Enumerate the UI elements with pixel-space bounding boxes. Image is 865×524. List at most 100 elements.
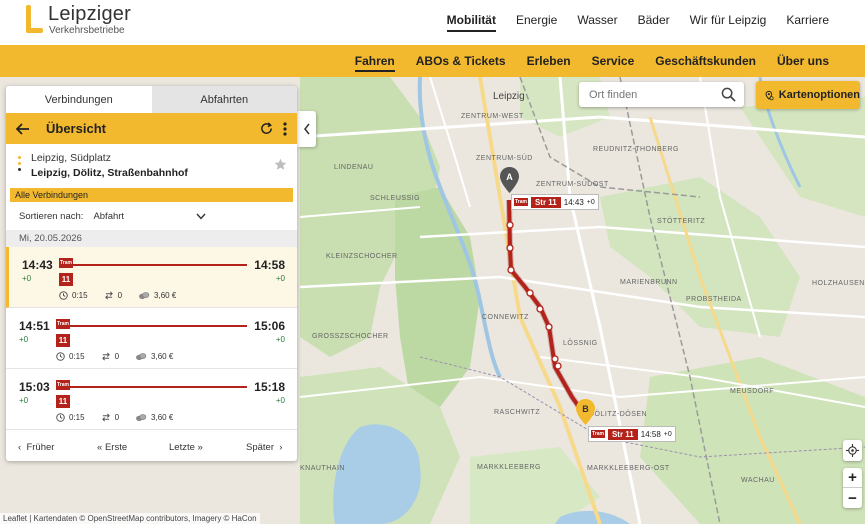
- chevron-down-icon[interactable]: [196, 213, 206, 220]
- date-header: Mi, 20.05.2026: [6, 230, 297, 247]
- map-search-box: [579, 82, 744, 107]
- departure-time: 15:03: [19, 380, 50, 394]
- sub-header: Fahren ABOs & Tickets Erleben Service Ge…: [0, 45, 865, 77]
- tab-abfahrten[interactable]: Abfahrten: [151, 86, 297, 113]
- clock-icon: [59, 291, 68, 300]
- later-link[interactable]: Später ›: [246, 442, 282, 453]
- sub-nav-erleben[interactable]: Erleben: [527, 54, 571, 72]
- price: 3,60 €: [154, 291, 177, 300]
- sort-label: Sortieren nach:: [19, 210, 84, 222]
- sort-value[interactable]: Abfahrt: [93, 211, 124, 222]
- last-link[interactable]: Letzte »: [169, 442, 203, 453]
- back-arrow-icon[interactable]: [16, 122, 30, 135]
- map-district-label: DÖLITZ-DÖSEN: [589, 411, 648, 418]
- main-nav-energie[interactable]: Energie: [516, 13, 557, 32]
- sub-nav-geschaeftskunden[interactable]: Geschäftskunden: [655, 54, 756, 72]
- map-district-label: MARKKLEEBERG-OST: [587, 465, 670, 472]
- more-options-icon[interactable]: [283, 121, 287, 136]
- logo-mark-icon: [26, 5, 43, 33]
- route-to: Leipzig, Dölitz, Straßenbahnhof: [31, 167, 188, 179]
- map-city-label: Leipzig: [493, 91, 525, 102]
- overview-title: Übersicht: [46, 121, 106, 136]
- tram-icon: Tram: [591, 430, 605, 438]
- map-district-label: LÖSSNIG: [563, 340, 598, 347]
- arrival-time: 15:06: [254, 319, 285, 333]
- connection-row[interactable]: 15:03 +0 Tram 11 15:18 +0 0:15 0 3,60 €: [6, 369, 297, 430]
- map-district-label: ZENTRUM-SÜD: [476, 155, 533, 162]
- line-badge: Str 11: [530, 196, 561, 208]
- main-nav-karriere[interactable]: Karriere: [786, 13, 829, 32]
- duration: 0:15: [69, 352, 85, 361]
- sub-nav: Fahren ABOs & Tickets Erleben Service Ge…: [354, 54, 829, 72]
- sub-nav-abos-tickets[interactable]: ABOs & Tickets: [416, 54, 506, 72]
- map-district-label: SCHLEUSSIG: [370, 195, 421, 202]
- sub-nav-fahren[interactable]: Fahren: [354, 54, 395, 72]
- transfer-icon: [101, 413, 110, 422]
- main-nav-mobilitaet[interactable]: Mobilität: [446, 13, 496, 32]
- tag-time: 14:43: [563, 197, 584, 207]
- map-options-icon: [765, 90, 774, 100]
- crosshair-icon: [846, 444, 859, 457]
- favorite-star-icon[interactable]: [274, 158, 287, 171]
- connection-meta: 0:15 0 3,60 €: [56, 352, 173, 361]
- svg-text:B: B: [582, 404, 589, 414]
- first-link[interactable]: « Erste: [97, 442, 127, 453]
- locate-me-button[interactable]: [843, 440, 862, 461]
- search-icon[interactable]: [721, 87, 736, 102]
- changes-count: 0: [114, 413, 120, 422]
- departure-delay: +0: [19, 335, 29, 344]
- map-district-label: KNAUTHAIN: [300, 465, 345, 472]
- tag-delay: +0: [663, 430, 672, 438]
- refresh-icon[interactable]: [260, 122, 273, 135]
- main-nav-wir-fuer-leipzig[interactable]: Wir für Leipzig: [690, 13, 767, 32]
- tram-icon: Tram: [59, 258, 73, 268]
- map-district-label: WACHAU: [741, 477, 775, 484]
- changes-count: 0: [114, 352, 120, 361]
- map-district-label: CONNEWITZ: [482, 314, 529, 321]
- connection-row[interactable]: 14:43 +0 Tram 11 14:58 +0 0:15 0 3,60 €: [6, 247, 297, 308]
- transfer-icon: [104, 291, 113, 300]
- map-district-label: MEUSDORF: [730, 388, 775, 395]
- svg-text:A: A: [506, 172, 513, 182]
- main-nav-baeder[interactable]: Bäder: [638, 13, 670, 32]
- clock-icon: [56, 352, 65, 361]
- zoom-out-button[interactable]: −: [843, 488, 862, 508]
- collapse-panel-button[interactable]: [297, 111, 316, 147]
- coins-icon: [136, 414, 147, 422]
- arrival-time: 14:58: [254, 258, 285, 272]
- map-options-button[interactable]: Kartenoptionen: [756, 81, 860, 109]
- end-marker-b-icon[interactable]: B: [576, 399, 595, 425]
- map-district-label: STÖTTERITZ: [657, 218, 706, 225]
- transfer-icon: [101, 352, 110, 361]
- map-search-input[interactable]: [579, 82, 704, 107]
- arrival-delay: +0: [275, 274, 285, 283]
- line-badge: 11: [56, 334, 70, 347]
- arrival-time: 15:18: [254, 380, 285, 394]
- map-district-label: ZENTRUM-SÜDOST: [536, 181, 609, 188]
- map-district-label: LINDENAU: [334, 164, 374, 171]
- connection-meta: 0:15 0 3,60 €: [56, 413, 173, 422]
- top-header: Leipziger Verkehrsbetriebe Mobilität Ene…: [0, 0, 865, 45]
- map-district-label: RASCHWITZ: [494, 409, 541, 416]
- coins-icon: [136, 353, 147, 361]
- tab-verbindungen[interactable]: Verbindungen: [6, 86, 152, 113]
- sort-row[interactable]: Sortieren nach: Abfahrt: [6, 202, 297, 230]
- coins-icon: [139, 292, 150, 300]
- sub-nav-service[interactable]: Service: [592, 54, 635, 72]
- connection-meta: 0:15 0 3,60 €: [59, 291, 176, 300]
- sub-nav-ueber-uns[interactable]: Über uns: [777, 54, 829, 72]
- start-marker-a-icon[interactable]: A: [500, 167, 519, 193]
- map-district-label: HOLZHAUSEN: [812, 280, 865, 287]
- main-nav-wasser[interactable]: Wasser: [577, 13, 617, 32]
- zoom-in-button[interactable]: +: [843, 468, 862, 488]
- end-arrival-tag[interactable]: Tram Str 11 14:58 +0: [588, 426, 676, 442]
- map-district-label: GROSSZSCHOCHER: [312, 333, 389, 340]
- zoom-controls: + −: [843, 468, 862, 508]
- connection-row[interactable]: 14:51 +0 Tram 11 15:06 +0 0:15 0 3,60 €: [6, 308, 297, 369]
- start-departure-tag[interactable]: Tram Str 11 14:43 +0: [511, 194, 599, 210]
- route-dots-icon: [18, 156, 22, 174]
- earlier-link[interactable]: ‹ Früher: [18, 442, 54, 453]
- departure-time: 14:43: [22, 258, 53, 272]
- line-badge: 11: [56, 395, 70, 408]
- price: 3,60 €: [151, 413, 174, 422]
